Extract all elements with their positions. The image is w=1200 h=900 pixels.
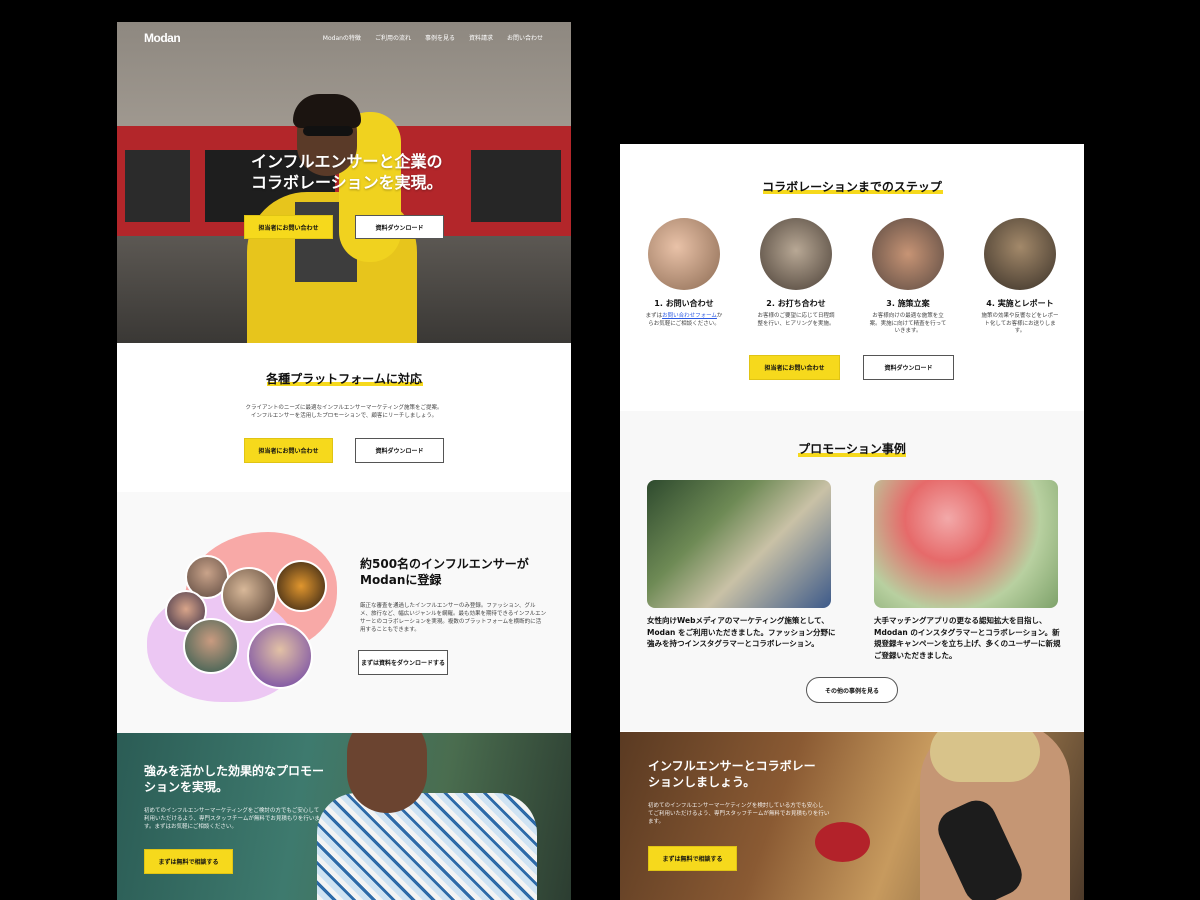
promo-case-1-image — [647, 480, 831, 608]
right-cta-desc-line: 初めてのインフルエンサーマーケティングを検討している方でも安心し — [648, 803, 824, 809]
right-cta-title-line: ションしましょう。 — [648, 775, 756, 789]
nav-link-cases[interactable]: 事例を見る — [425, 33, 455, 42]
platform-contact-button[interactable]: 担当者にお問い合わせ — [244, 438, 333, 463]
hero-window — [125, 150, 190, 222]
right-cta-desc-line: ます。 — [648, 819, 664, 825]
nav-link-features[interactable]: Modanの特徴 — [323, 33, 361, 42]
lips-decor — [815, 822, 870, 862]
right-cta-title-line: インフルエンサーとコラボレー — [648, 759, 816, 773]
promo-title: プロモーション事例 — [798, 442, 906, 456]
right-cta-title: インフルエンサーとコラボレー ションしましょう。 — [648, 758, 858, 790]
influencer-desc: 厳正な審査を通過したインフルエンサーのみ登録。ファッション、グル メ、旅行など、… — [360, 602, 550, 634]
hero-section: Modan Modanの特徴 ご利用の流れ 事例を見る 資料請求 お問い合わせ … — [117, 22, 571, 343]
promo-case-1-text: 女性向けWebメディアのマーケティング施策として、Modan をご利用いただきま… — [647, 616, 836, 648]
cta-desc-line: す。まずはお気軽にご相談ください。 — [144, 824, 237, 830]
more-cases-button[interactable]: その他の事例を見る — [806, 677, 898, 703]
influencer-title: 約500名のインフルエンサーが Modanに登録 — [360, 556, 560, 588]
influencer-download-button[interactable]: まずは資料をダウンロードする — [358, 650, 448, 675]
cta-title-line: ションを実現。 — [144, 780, 229, 794]
step-3-desc: お客様向けの最適な施策を立案。実施に向けて精査を行っていきます。 — [869, 313, 947, 334]
step-4-image — [984, 218, 1056, 290]
influencer-desc-line: 厳正な審査を通過したインフルエンサーのみ登録。ファッション、グル — [360, 603, 536, 609]
hero-title-line: インフルエンサーと企業の — [251, 152, 443, 171]
influencer-title-line: 約500名のインフルエンサーが — [360, 557, 529, 571]
cta-desc-line: 利用いただけるよう、専門スタッフチームが無料でお見積もりを行いま — [144, 816, 320, 822]
step-4-title: 4. 実施とレポート — [986, 299, 1054, 308]
cta-title: 強みを活かした効果的なプロモー ションを実現。 — [144, 763, 344, 795]
hero-download-button[interactable]: 資料ダウンロード — [355, 215, 444, 239]
cta-person-image — [317, 733, 537, 900]
steps-title: コラボレーションまでのステップ — [762, 180, 942, 194]
shirt — [317, 793, 537, 900]
step-1-image — [648, 218, 720, 290]
step-4-desc: 施策の効果や反響などをレポート化してお客様にお送りします。 — [981, 313, 1059, 334]
promo-case-2-text: 大手マッチングアプリの更なる認知拡大を目指し、Mdodan のインスタグラマーと… — [874, 616, 1061, 660]
influencer-avatar — [247, 623, 313, 689]
right-cta-consult-button[interactable]: まずは無料で相談する — [648, 846, 737, 871]
top-nav: Modan Modanの特徴 ご利用の流れ 事例を見る 資料請求 お問い合わせ — [117, 22, 571, 56]
right-cta-desc-line: てご利用いただけるよう、専門スタッフチームが無料でお見積もりを行い — [648, 811, 830, 817]
influencer-desc-line: メ、旅行など、幅広いジャンルを網羅。最も効果を期待できるインフルエン — [360, 611, 547, 617]
step-1-title: 1. お問い合わせ — [654, 299, 714, 308]
cta-desc-line: 初めてのインフルエンサーマーケティングをご検討の方でもご安心して — [144, 808, 320, 814]
sunglasses — [303, 126, 353, 136]
step-3-title: 3. 施策立案 — [886, 299, 930, 308]
step-1-desc: まずはお問い合わせフォームからお気軽にご相談ください。 — [644, 313, 724, 328]
influencer-avatar — [183, 618, 239, 674]
cta-person-hair — [930, 732, 1040, 782]
step-2-title: 2. お打ち合わせ — [766, 299, 826, 308]
platform-title: 各種プラットフォームに対応 — [266, 372, 422, 386]
hero-title-line: コラボレーションを実現。 — [251, 173, 443, 192]
head — [347, 733, 427, 813]
steps-contact-button[interactable]: 担当者にお問い合わせ — [749, 355, 840, 380]
influencer-avatar — [275, 560, 327, 612]
influencer-desc-line: サーとのコラボレーションを実現。複数のプラットフォームを横断的に活 — [360, 619, 542, 625]
influencer-desc-line: 用することもできます。 — [360, 627, 420, 633]
right-cta-desc: 初めてのインフルエンサーマーケティングを検討している方でも安心し てご利用いただ… — [648, 802, 858, 826]
step-2-desc: お客様のご要望に応じて日程調整を行い、ヒアリングを実施。 — [757, 313, 835, 327]
left-mockup: Modan Modanの特徴 ご利用の流れ 事例を見る 資料請求 お問い合わせ … — [117, 22, 571, 900]
hero-contact-button[interactable]: 担当者にお問い合わせ — [244, 215, 333, 239]
page: Modan Modanの特徴 ご利用の流れ 事例を見る 資料請求 お問い合わせ … — [0, 0, 1200, 900]
cta-consult-button[interactable]: まずは無料で相談する — [144, 849, 233, 874]
step-2-image — [760, 218, 832, 290]
platform-desc-line: クライアントのニーズに最適なインフルエンサーマーケティング施策をご提案。 — [245, 405, 443, 411]
hero-title: インフルエンサーと企業の コラボレーションを実現。 — [251, 151, 471, 193]
steps-download-button[interactable]: 資料ダウンロード — [863, 355, 954, 380]
step-3-image — [872, 218, 944, 290]
nav-link-docs[interactable]: 資料請求 — [469, 33, 493, 42]
right-cta-section: インフルエンサーとコラボレー ションしましょう。 初めてのインフルエンサーマーケ… — [620, 732, 1084, 900]
cta-title-line: 強みを活かした効果的なプロモー — [144, 764, 325, 778]
right-mockup: コラボレーションまでのステップ 1. お問い合わせ 2. お打ち合わせ 3. 施… — [620, 144, 1084, 900]
cta-desc: 初めてのインフルエンサーマーケティングをご検討の方でもご安心して 利用いただける… — [144, 807, 344, 831]
hero-window — [471, 150, 561, 222]
nav-links: Modanの特徴 ご利用の流れ 事例を見る 資料請求 お問い合わせ — [323, 33, 543, 42]
contact-form-link[interactable]: お問い合わせフォーム — [662, 313, 717, 319]
nav-link-flow[interactable]: ご利用の流れ — [375, 33, 411, 42]
cta-section: 強みを活かした効果的なプロモー ションを実現。 初めてのインフルエンサーマーケテ… — [117, 733, 571, 900]
hero-person-image — [247, 82, 417, 343]
logo[interactable]: Modan — [144, 31, 181, 45]
hair — [293, 94, 361, 128]
nav-link-contact[interactable]: お問い合わせ — [507, 33, 543, 42]
platform-desc: クライアントのニーズに最適なインフルエンサーマーケティング施策をご提案。 インフ… — [117, 404, 571, 420]
influencer-avatar — [221, 567, 277, 623]
influencer-title-line: Modanに登録 — [360, 573, 442, 587]
platform-desc-line: インフルエンサーを活用したプロモーションで、顧客にリーチしましょう。 — [250, 413, 438, 419]
promo-case-2-image — [874, 480, 1058, 608]
step-1-desc-pre: まずは — [645, 313, 663, 319]
platform-download-button[interactable]: 資料ダウンロード — [355, 438, 444, 463]
